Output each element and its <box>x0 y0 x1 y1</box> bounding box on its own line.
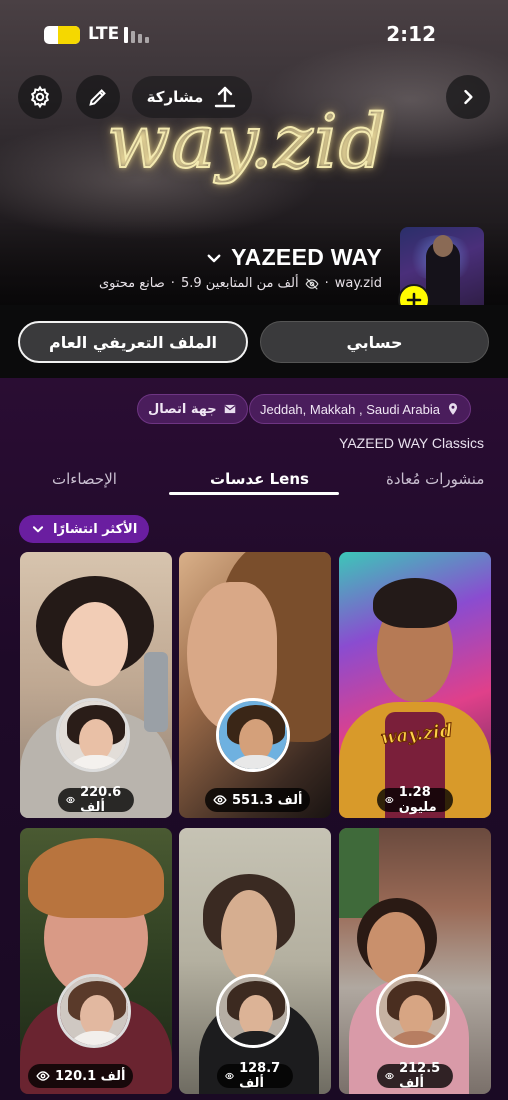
followers-count: 5.9 ألف من المتابعين <box>180 276 299 291</box>
share-label: مشاركة <box>146 88 204 106</box>
my-account-button[interactable]: حسابي <box>260 321 489 363</box>
contact-chip[interactable]: جهة اتصال <box>137 394 248 424</box>
contact-label: جهة اتصال <box>148 401 217 417</box>
location-label: Jeddah, Makkah , Saudi Arabia <box>260 401 440 417</box>
eye-icon <box>36 1071 50 1081</box>
username: way.zid <box>334 276 382 291</box>
tab-lenses[interactable]: عدسات Lens <box>210 470 309 488</box>
lens-creator-avatar <box>376 974 450 1048</box>
map-pin-icon <box>448 403 458 415</box>
upload-icon <box>215 86 236 108</box>
settings-button[interactable] <box>18 75 62 119</box>
lens-card[interactable]: 128.7 ألف <box>179 828 331 1094</box>
signal-icon <box>124 27 152 43</box>
lens-creator-avatar <box>56 698 130 772</box>
view-count-value: 120.1 ألف <box>55 1068 126 1084</box>
network-label: LTE <box>88 24 120 44</box>
view-count: 128.7 ألف <box>216 1061 294 1091</box>
active-tab-indicator <box>169 492 339 495</box>
share-button[interactable]: مشاركة <box>132 76 252 118</box>
lens-card[interactable]: 551.3 ألف <box>179 552 331 818</box>
eye-icon <box>213 795 227 805</box>
eye-icon <box>66 796 75 804</box>
view-count: 212.5 ألف <box>376 1061 454 1091</box>
view-count-value: 551.3 ألف <box>232 792 303 808</box>
public-profile-button[interactable]: الملف التعريفي العام <box>18 321 248 363</box>
tab-stats[interactable]: الإحصاءات <box>52 470 117 488</box>
battery-icon <box>44 26 80 44</box>
clock: 2:12 <box>386 22 436 46</box>
eye-icon <box>225 1072 234 1080</box>
profile-subtitle: YAZEED WAY Classics <box>339 435 484 451</box>
chevron-right-icon <box>464 89 473 105</box>
chevron-down-icon <box>32 526 44 533</box>
view-count: 220.6 ألف <box>57 785 135 815</box>
eye-icon <box>385 797 394 803</box>
display-name-row[interactable]: YAZEED WAY <box>205 244 382 271</box>
eye-off-icon <box>305 277 319 290</box>
lens-card[interactable]: 212.5 ألف <box>339 828 491 1094</box>
sort-dropdown[interactable]: الأكثر انتشارًا <box>19 515 150 543</box>
eye-icon <box>385 1072 394 1080</box>
view-count-value: 220.6 ألف <box>80 785 122 815</box>
forward-button[interactable] <box>446 75 490 119</box>
view-count-value: 1.28 مليون <box>398 785 437 815</box>
lens-creator-avatar <box>216 974 290 1048</box>
sort-label: الأكثر انتشارًا <box>53 521 138 537</box>
display-name: YAZEED WAY <box>231 244 382 270</box>
lens-creator-avatar <box>216 698 290 772</box>
profile-actions: الملف التعريفي العام حسابي <box>0 305 508 378</box>
edit-profile-button[interactable] <box>76 75 120 119</box>
lens-card[interactable]: 220.6 ألف <box>20 552 172 818</box>
gear-icon <box>30 85 50 109</box>
lens-card[interactable]: way.zid 1.28 مليون <box>339 552 491 818</box>
view-count-value: 128.7 ألف <box>239 1061 281 1091</box>
view-count-value: 212.5 ألف <box>399 1061 441 1091</box>
view-count: 551.3 ألف <box>205 788 311 812</box>
status-bar: LTE 2:12 <box>0 0 508 68</box>
view-count: 120.1 ألف <box>28 1064 134 1088</box>
lens-creator-avatar <box>57 974 131 1048</box>
category-label: صانع محتوى <box>98 276 165 291</box>
chevron-down-icon <box>207 254 221 262</box>
mail-icon <box>224 404 236 414</box>
profile-meta: صانع محتوى · 5.9 ألف من المتابعين · way.… <box>98 276 382 291</box>
view-count: 1.28 مليون <box>377 785 453 815</box>
location-chip[interactable]: Jeddah, Makkah , Saudi Arabia <box>249 394 471 424</box>
tab-reposts[interactable]: منشورات مُعادة <box>386 470 484 488</box>
pencil-icon <box>89 89 106 106</box>
lens-card[interactable]: 120.1 ألف <box>20 828 172 1094</box>
